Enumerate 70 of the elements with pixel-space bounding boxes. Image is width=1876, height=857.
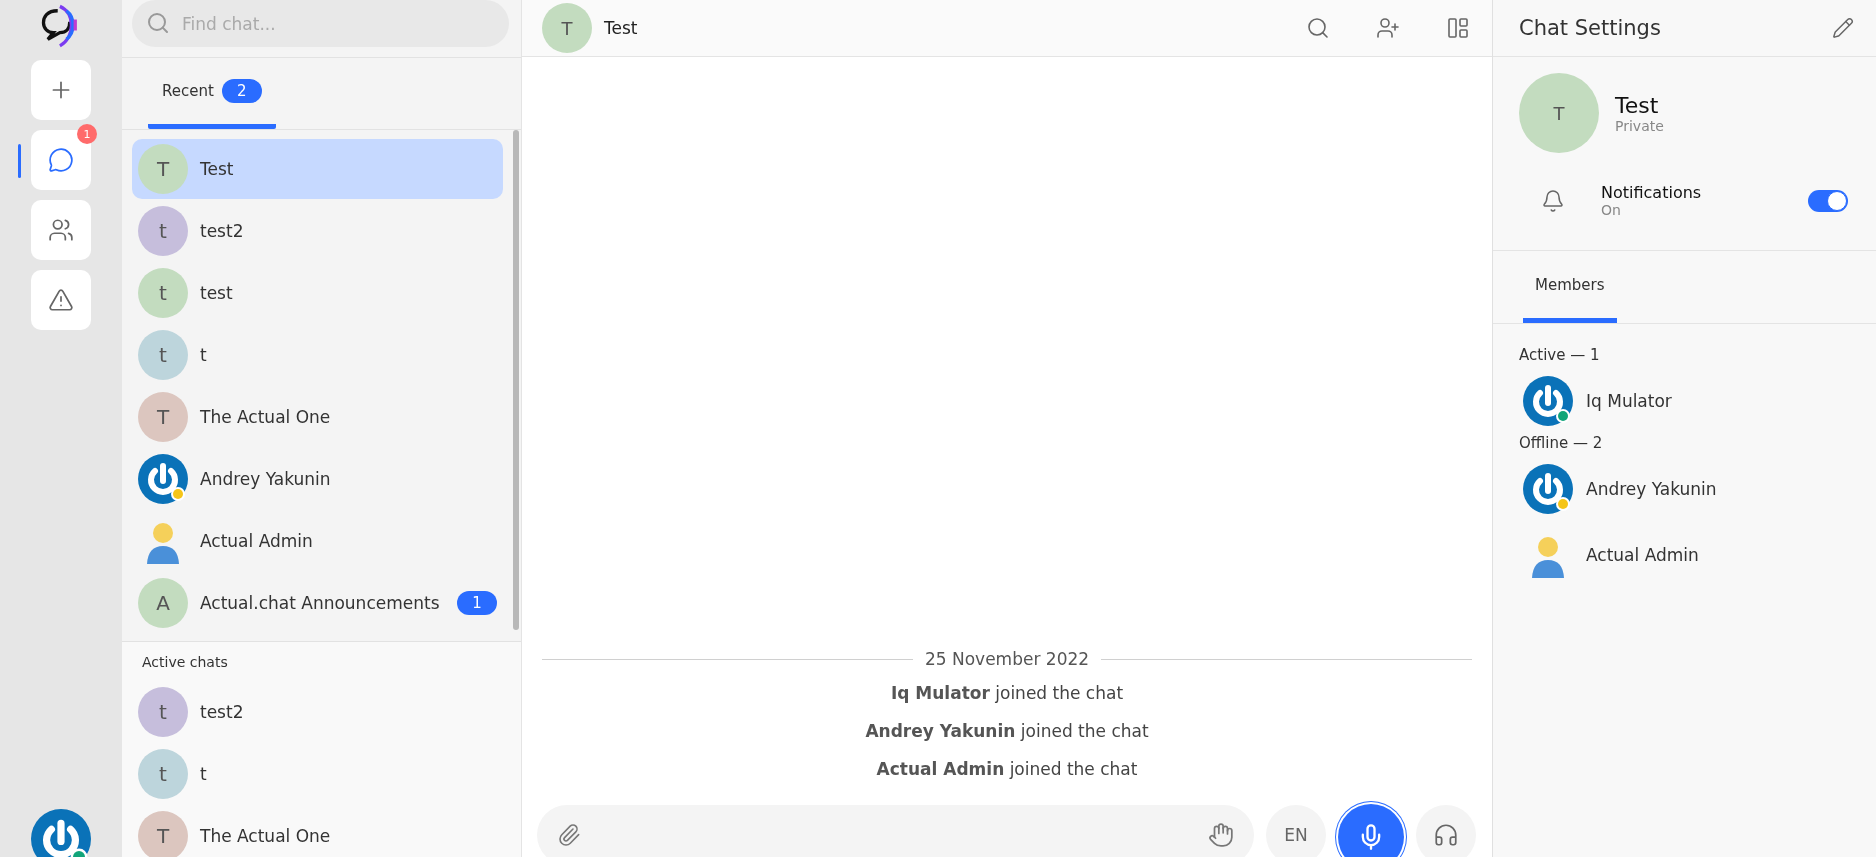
chats-button[interactable] xyxy=(31,130,91,190)
chat-item[interactable]: Actual Admin xyxy=(132,511,503,571)
notifications-label: Notifications xyxy=(1601,183,1702,202)
bell-icon xyxy=(1541,188,1565,213)
notification-badge: 1 xyxy=(77,124,97,144)
avatar xyxy=(138,454,188,504)
chat-title: Test xyxy=(604,18,639,38)
alert-button[interactable] xyxy=(31,270,91,330)
group-label: Active — 1 xyxy=(1518,345,1601,366)
message-field[interactable] xyxy=(537,805,1254,857)
section-title: Active chats xyxy=(141,653,229,672)
microphone-button[interactable] xyxy=(1338,804,1404,857)
avatar xyxy=(1523,376,1573,426)
edit-icon xyxy=(1832,17,1854,39)
avatar: t xyxy=(138,687,188,737)
language-button[interactable]: EN xyxy=(1266,805,1326,857)
unread-badge: 1 xyxy=(457,591,497,615)
chat-item[interactable]: t test xyxy=(132,263,503,323)
chat-item[interactable]: t t xyxy=(132,744,503,804)
avatar: T xyxy=(138,144,188,194)
avatar: T xyxy=(138,392,188,442)
account-avatar xyxy=(31,809,91,857)
chat-name: Test xyxy=(1615,92,1660,118)
search-field[interactable]: Find chat... xyxy=(132,0,509,47)
headphones-button[interactable] xyxy=(1416,805,1476,857)
avatar xyxy=(1523,464,1573,514)
chat-item[interactable]: T The Actual One xyxy=(132,806,503,857)
avatar: T xyxy=(138,811,188,857)
alert-icon xyxy=(48,287,74,313)
avatar: T xyxy=(542,3,592,53)
active-indicator xyxy=(18,144,21,178)
system-message: Andrey Yakunin joined the chat xyxy=(865,721,1149,741)
chat-item[interactable]: t t xyxy=(132,325,503,385)
contacts-icon xyxy=(48,217,74,243)
chat-item[interactable]: t test2 xyxy=(132,201,503,261)
member-name[interactable]: Actual Admin xyxy=(1586,545,1699,565)
count-badge: 2 xyxy=(221,79,262,103)
add-person-icon xyxy=(1376,16,1400,40)
avatar: t xyxy=(138,749,188,799)
system-message: Actual Admin joined the chat xyxy=(876,759,1138,779)
notifications-status: On xyxy=(1601,202,1622,218)
chat-avatar: T xyxy=(1519,73,1599,153)
avatar: A xyxy=(138,578,188,628)
recent-tab[interactable]: Recent 2 xyxy=(148,58,276,129)
avatar: t xyxy=(138,330,188,380)
panel-title: Chat Settings xyxy=(1519,16,1661,40)
notifications-toggle[interactable] xyxy=(1808,189,1848,212)
date-separator: 25 November 2022 xyxy=(924,649,1090,669)
chat-visibility: Private xyxy=(1615,117,1664,134)
hand-icon[interactable] xyxy=(1208,822,1234,848)
group-label: Offline — 2 xyxy=(1518,434,1604,454)
member-name[interactable]: Iq Mulator xyxy=(1586,391,1672,411)
system-message: Iq Mulator joined the chat xyxy=(890,683,1124,703)
headphones-icon xyxy=(1433,822,1459,848)
paperclip-icon[interactable] xyxy=(557,823,581,847)
chats-icon xyxy=(48,147,74,173)
chat-item[interactable]: T The Actual One xyxy=(132,387,503,447)
search-icon xyxy=(146,11,170,35)
scrollbar[interactable] xyxy=(513,130,519,630)
chat-item[interactable]: T Test xyxy=(132,139,503,199)
members-tab[interactable]: Members xyxy=(1523,251,1617,323)
layout-icon xyxy=(1446,16,1470,40)
chat-item[interactable]: Andrey Yakunin xyxy=(132,449,503,509)
search-icon xyxy=(1306,16,1330,40)
member-name[interactable]: Andrey Yakunin xyxy=(1586,479,1717,499)
chat-item[interactable]: A Actual.chat Announcements 1 xyxy=(132,573,503,633)
avatar: t xyxy=(138,206,188,256)
chat-item[interactable]: t test2 xyxy=(132,682,503,742)
avatar: t xyxy=(138,268,188,318)
contacts-button[interactable] xyxy=(31,200,91,260)
